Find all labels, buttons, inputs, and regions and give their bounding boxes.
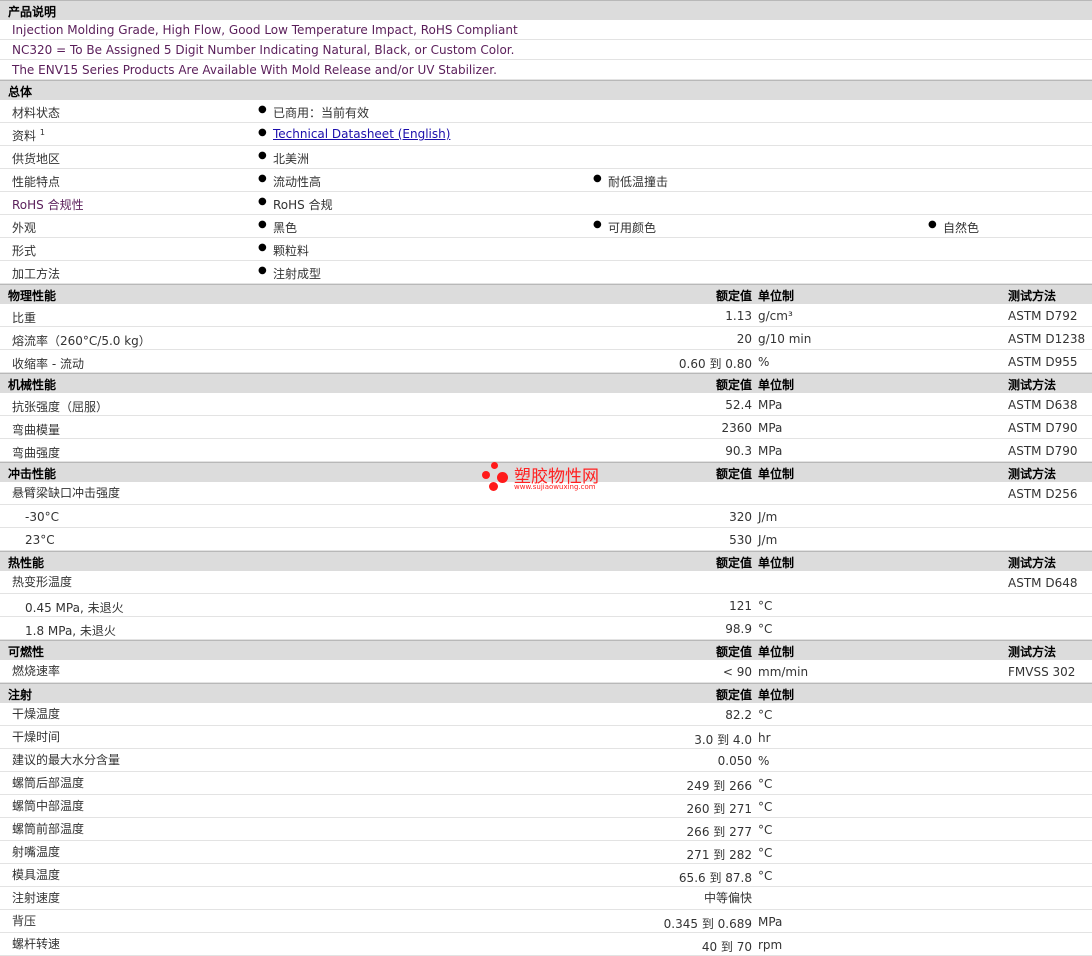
- table-row: 23°C 530 J/m: [0, 528, 1092, 551]
- description-line: Injection Molding Grade, High Flow, Good…: [0, 20, 1092, 40]
- table-row: 螺筒后部温度 249 到 266 °C: [0, 772, 1092, 795]
- section-title: 总体: [8, 85, 33, 99]
- header-unit: 单位制: [758, 289, 795, 303]
- table-row: 干燥温度 82.2 °C: [0, 703, 1092, 726]
- table-row: 抗张强度（屈服） 52.4 MPa ASTM D638: [0, 393, 1092, 416]
- header-unit: 单位制: [758, 467, 795, 481]
- row-material-status: 材料状态 ● 已商用：当前有效: [0, 100, 1092, 123]
- header-unit: 单位制: [758, 645, 795, 659]
- section-general: 总体: [0, 80, 1092, 100]
- table-row: 射嘴温度 271 到 282 °C: [0, 841, 1092, 864]
- header-method: 测试方法: [1008, 289, 1057, 303]
- header-unit: 单位制: [758, 556, 795, 570]
- technical-datasheet-link[interactable]: Technical Datasheet (English): [273, 127, 450, 141]
- section-physical: 物理性能 额定值 单位制 测试方法: [0, 284, 1092, 304]
- section-title: 热性能: [8, 556, 45, 570]
- header-nominal: 额定值: [715, 467, 752, 481]
- table-row: 热变形温度 ASTM D648: [0, 571, 1092, 594]
- section-mechanical: 机械性能 额定值 单位制 测试方法: [0, 373, 1092, 393]
- table-row: 1.8 MPa, 未退火 98.9 °C: [0, 617, 1092, 640]
- description-line: The ENV15 Series Products Are Available …: [0, 60, 1092, 80]
- header-nominal: 额定值: [715, 688, 752, 702]
- table-row: 0.45 MPa, 未退火 121 °C: [0, 594, 1092, 617]
- table-row: -30°C 320 J/m: [0, 505, 1092, 528]
- header-method: 测试方法: [1008, 556, 1057, 570]
- table-row: 建议的最大水分含量 0.050%: [0, 749, 1092, 772]
- section-title: 机械性能: [8, 378, 57, 392]
- header-nominal: 额定值: [715, 378, 752, 392]
- header-unit: 单位制: [758, 378, 795, 392]
- logo-dot-icon: [497, 472, 508, 483]
- section-title: 物理性能: [8, 289, 57, 303]
- row-availability: 供货地区 ● 北美洲: [0, 146, 1092, 169]
- section-injection: 注射 额定值 单位制: [0, 683, 1092, 703]
- header-nominal: 额定值: [715, 645, 752, 659]
- row-documents: 资料 1 ● Technical Datasheet (English): [0, 123, 1092, 146]
- header-method: 测试方法: [1008, 378, 1057, 392]
- header-nominal: 额定值: [715, 556, 752, 570]
- bullet-icon: ●: [258, 242, 267, 253]
- bullet-icon: ●: [928, 219, 937, 230]
- table-row: 螺杆转速 40 到 70 rpm: [0, 933, 1092, 956]
- bullet-icon: ●: [258, 196, 267, 207]
- logo-dot-icon: [489, 482, 498, 491]
- table-row: 背压 0.345 到 0.689 MPa: [0, 910, 1092, 933]
- table-row: 弯曲模量 2360 MPa ASTM D790: [0, 416, 1092, 439]
- table-row: 干燥时间 3.0 到 4.0 hr: [0, 726, 1092, 749]
- bullet-icon: ●: [258, 104, 267, 115]
- watermark-url: www.sujiaowuxing.com: [514, 483, 596, 491]
- section-title: 冲击性能: [8, 467, 57, 481]
- bullet-icon: ●: [258, 265, 267, 276]
- section-product-description: 产品说明: [0, 0, 1092, 20]
- row-features: 性能特点 ● 流动性高 ● 耐低温撞击: [0, 169, 1092, 192]
- table-row: 收缩率 - 流动 0.60 到 0.80 % ASTM D955: [0, 350, 1092, 373]
- row-forms: 形式 ● 颗粒料: [0, 238, 1092, 261]
- table-row: 螺筒前部温度 266 到 277 °C: [0, 818, 1092, 841]
- table-row: 注射速度 中等偏快: [0, 887, 1092, 910]
- bullet-icon: ●: [258, 127, 267, 138]
- logo-dot-icon: [491, 462, 498, 469]
- table-row: 比重 1.13 g/cm³ ASTM D792: [0, 304, 1092, 327]
- description-line: NC320 = To Be Assigned 5 Digit Number In…: [0, 40, 1092, 60]
- bullet-icon: ●: [258, 173, 267, 184]
- header-unit: 单位制: [758, 688, 795, 702]
- bullet-icon: ●: [258, 150, 267, 161]
- row-rohs: RoHS 合规性 ● RoHS 合规: [0, 192, 1092, 215]
- bullet-icon: ●: [593, 173, 602, 184]
- section-title: 产品说明: [8, 5, 57, 19]
- table-row: 模具温度 65.6 到 87.8 °C: [0, 864, 1092, 887]
- section-title: 注射: [8, 688, 33, 702]
- header-nominal: 额定值: [715, 289, 752, 303]
- section-title: 可燃性: [8, 645, 45, 659]
- table-row: 弯曲强度 90.3 MPa ASTM D790: [0, 439, 1092, 462]
- section-flammability: 可燃性 额定值 单位制 测试方法: [0, 640, 1092, 660]
- logo-dot-icon: [482, 471, 490, 479]
- table-row: 燃烧速率 < 90 mm/min FMVSS 302: [0, 660, 1092, 683]
- bullet-icon: ●: [258, 219, 267, 230]
- row-appearance: 外观 ● 黑色 ● 可用颜色 ● 自然色: [0, 215, 1092, 238]
- row-processing: 加工方法 ● 注射成型: [0, 261, 1092, 284]
- section-thermal: 热性能 额定值 单位制 测试方法: [0, 551, 1092, 571]
- header-method: 测试方法: [1008, 467, 1057, 481]
- bullet-icon: ●: [593, 219, 602, 230]
- header-method: 测试方法: [1008, 645, 1057, 659]
- table-row: 熔流率（260°C/5.0 kg） 20 g/10 min ASTM D1238: [0, 327, 1092, 350]
- table-row: 螺筒中部温度 260 到 271 °C: [0, 795, 1092, 818]
